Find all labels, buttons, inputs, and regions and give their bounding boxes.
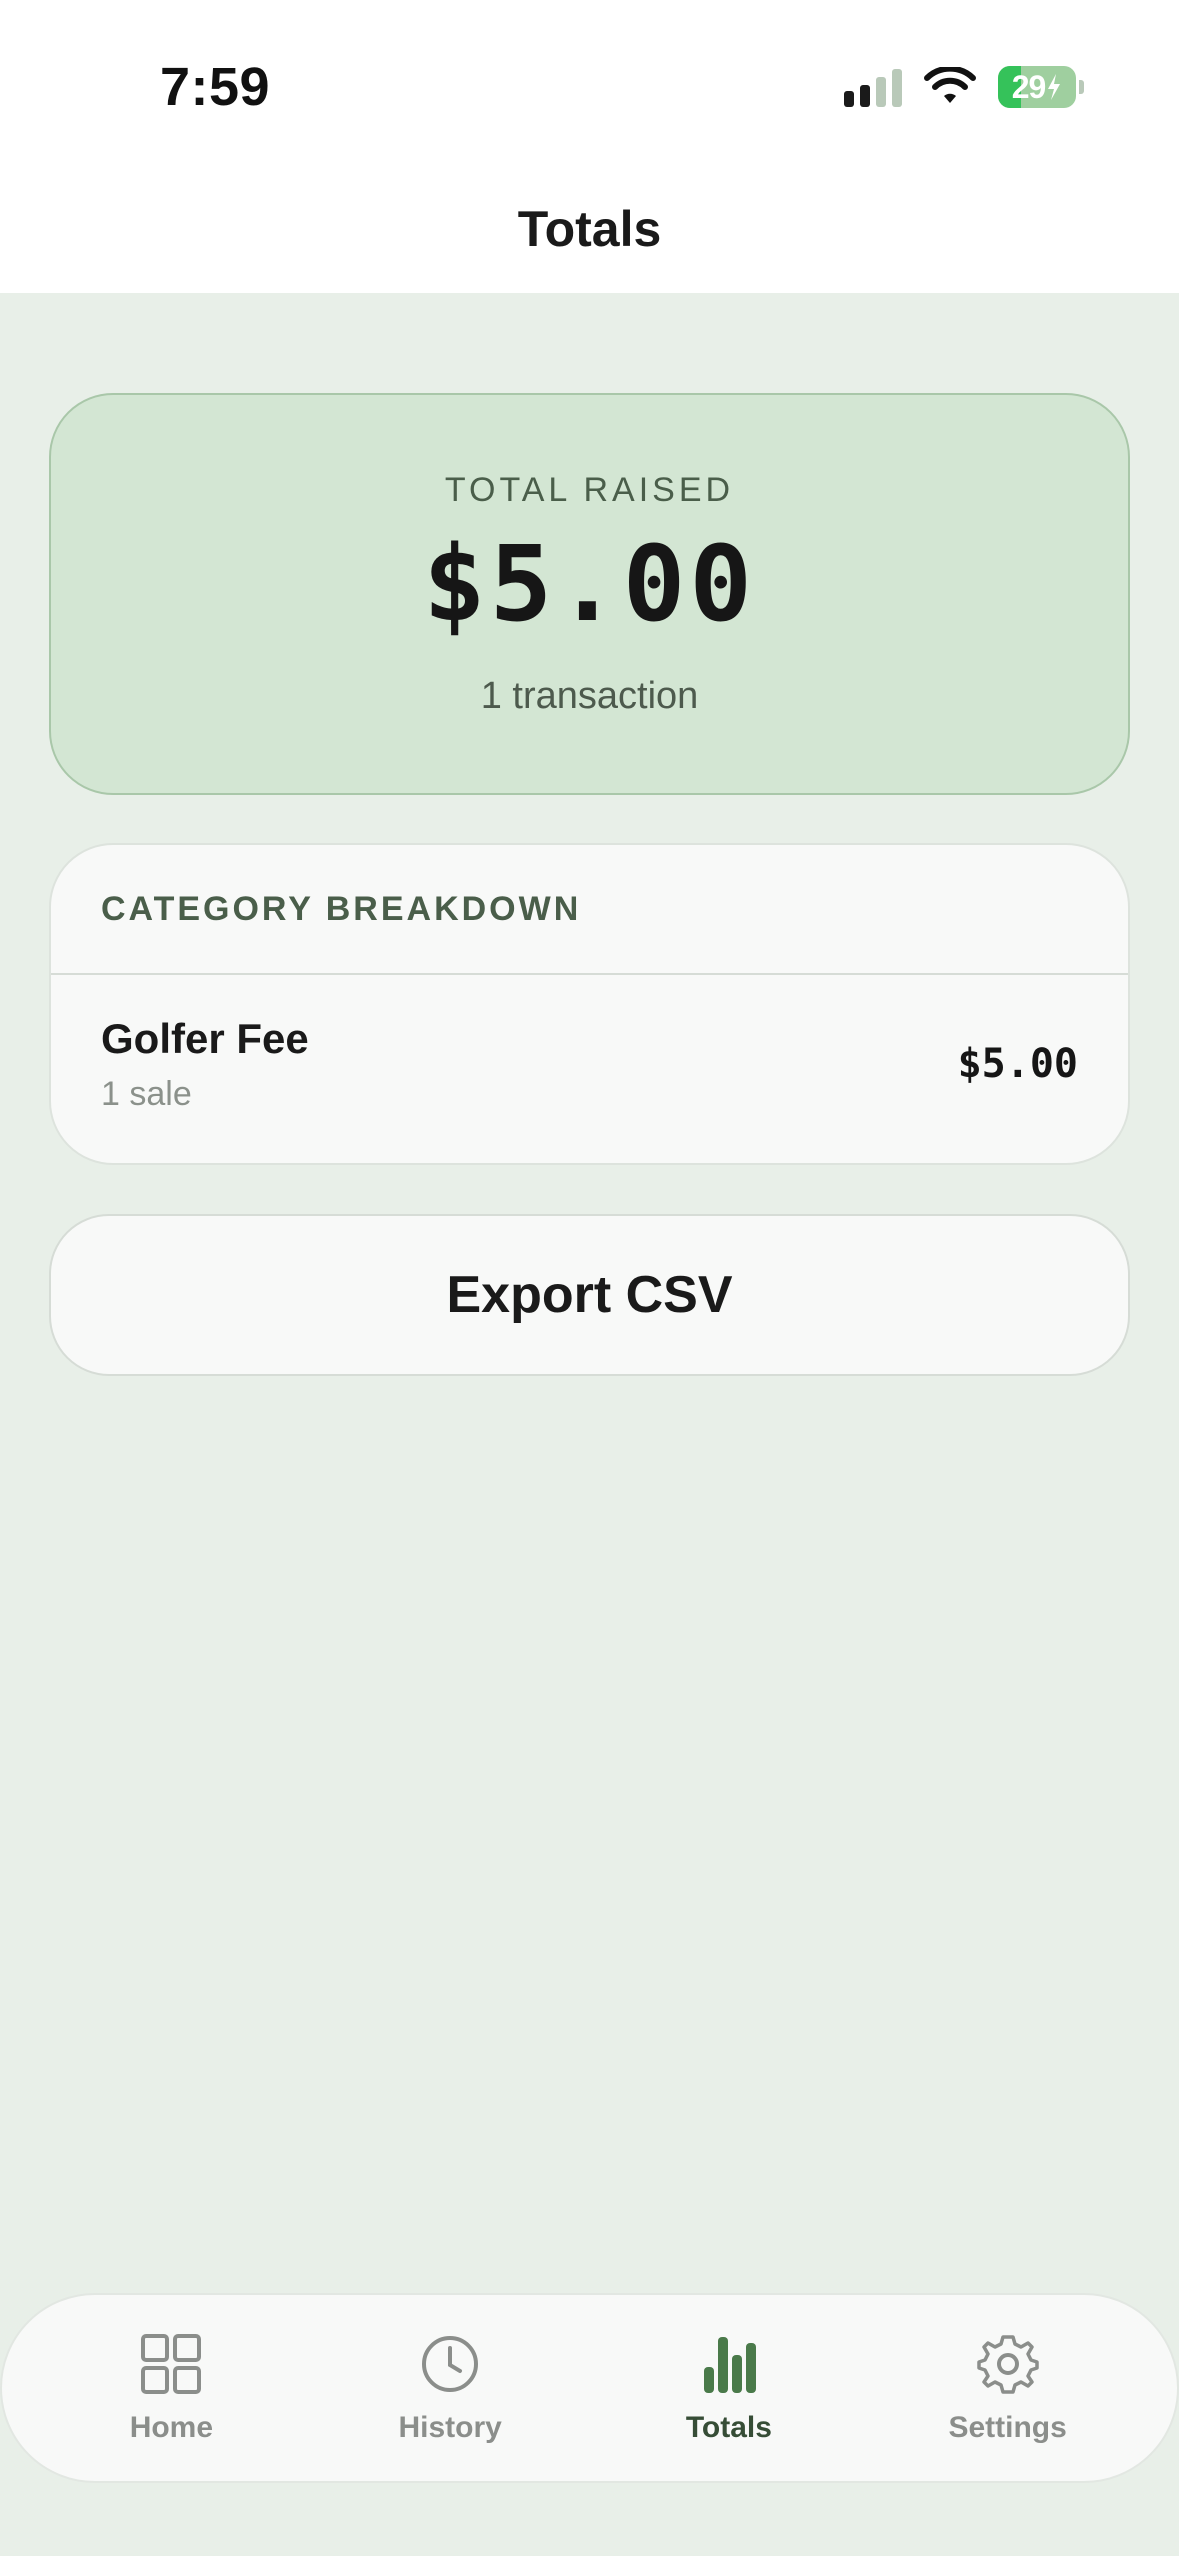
category-sale-count: 1 sale [101, 1075, 192, 1113]
tab-settings[interactable]: Settings [893, 2331, 1123, 2445]
tab-history[interactable]: History [335, 2331, 565, 2445]
totals-screen: 7:59 29 Totals TOTAL RAISED $5.00 1 tran… [0, 0, 1179, 2556]
wifi-icon [924, 67, 976, 103]
category-breakdown-card: CATEGORY BREAKDOWN Golfer Fee 1 sale $5.… [49, 843, 1130, 1165]
page-title: Totals [517, 201, 662, 257]
total-raised-label: TOTAL RAISED [444, 471, 735, 509]
clock-icon [422, 2336, 479, 2392]
top-bar: 7:59 29 Totals [0, 0, 1179, 293]
status-time: 7:59 [160, 57, 271, 117]
tab-totals[interactable]: Totals [614, 2331, 844, 2445]
cellular-signal-icon [844, 67, 902, 107]
category-amount: $5.00 [957, 1041, 1078, 1087]
total-raised-card: TOTAL RAISED $5.00 1 transaction [49, 393, 1130, 795]
gear-icon [976, 2335, 1039, 2394]
tab-history-label: History [398, 2411, 502, 2444]
category-name: Golfer Fee [101, 1015, 309, 1062]
bar-chart-icon [703, 2337, 756, 2393]
category-row: Golfer Fee 1 sale $5.00 [51, 975, 1128, 1163]
export-csv-label: Export CSV [446, 1266, 733, 1324]
grid-icon [141, 2334, 202, 2394]
charging-bolt-icon [1048, 74, 1061, 100]
tab-settings-label: Settings [948, 2411, 1067, 2444]
tab-bar: Home History Totals Settings [0, 2293, 1179, 2483]
tab-home-label: Home [129, 2411, 214, 2444]
transaction-count: 1 transaction [480, 675, 699, 717]
export-csv-button[interactable]: Export CSV [49, 1214, 1130, 1376]
total-raised-amount: $5.00 [422, 523, 757, 645]
breakdown-title: CATEGORY BREAKDOWN [101, 889, 582, 928]
battery-level: 29 [1011, 68, 1047, 105]
status-indicators: 29 [844, 62, 1084, 112]
tab-totals-label: Totals [685, 2411, 772, 2444]
breakdown-header: CATEGORY BREAKDOWN [51, 845, 1128, 975]
tab-home[interactable]: Home [56, 2331, 286, 2445]
battery-icon: 29 [998, 66, 1076, 108]
